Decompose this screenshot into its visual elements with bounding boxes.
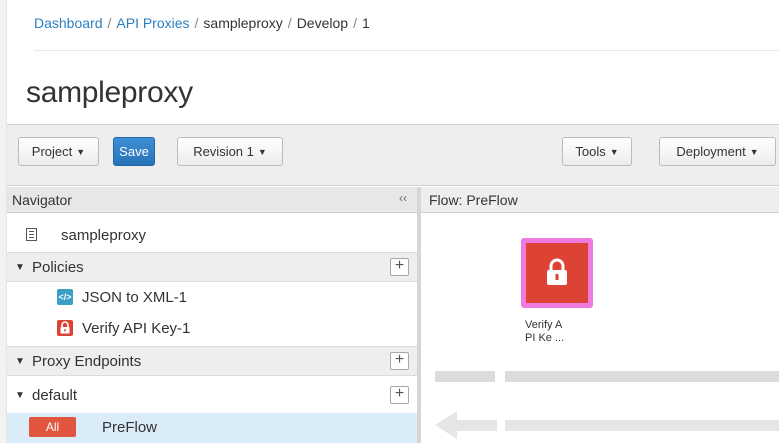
flow-canvas: Verify A PI Ke ... [421,213,779,443]
policy-step-label-line: PI Ke ... [525,332,565,344]
json-to-xml-icon: </> [57,289,73,305]
tools-dropdown-button[interactable]: Tools ▼ [562,137,632,166]
request-flow-line [435,371,495,382]
lock-icon [547,258,567,285]
caret-down-icon: ▼ [76,146,86,157]
deployment-dropdown-button[interactable]: Deployment ▼ [659,137,776,166]
deployment-label: Deployment [676,144,746,159]
breadcrumb-proxy: sampleproxy [203,15,283,31]
endpoint-item-default[interactable]: ▼ default + [7,381,417,411]
document-icon [26,228,37,241]
flow-title: Flow: PreFlow [429,192,518,208]
project-label: Project [31,144,73,159]
policy-step-fill [526,243,588,303]
flow-item-preflow[interactable]: All PreFlow [7,413,417,443]
collapse-icon[interactable]: ‹‹ [399,191,407,205]
policy-item-verify-api-key[interactable]: Verify API Key-1 [7,314,417,344]
policy-step-verify-api-key[interactable] [521,238,593,308]
caret-down-icon: ▼ [609,146,619,157]
breadcrumb-separator: / [107,15,112,31]
expand-triangle-icon: ▼ [15,262,25,273]
navigator-section-policies[interactable]: ▼ Policies + [7,252,417,282]
navigator-header: Navigator ‹‹ [7,187,417,213]
breadcrumb-separator: / [287,15,292,31]
breadcrumb-revision: 1 [361,15,370,31]
navigator-item-proxy[interactable]: sampleproxy [7,221,417,251]
breadcrumb: Dashboard / API Proxies / sampleproxy / Develo… [34,15,370,31]
policy-step-label-line: Verify A [525,319,563,331]
breadcrumb-develop: Develop [296,15,349,31]
expand-triangle-icon: ▼ [15,390,25,401]
expand-triangle-icon: ▼ [15,356,25,367]
breadcrumb-api-proxies[interactable]: API Proxies [116,15,189,31]
left-edge [0,0,7,443]
flow-badge: All [29,417,76,437]
navigator-section-proxy-endpoints[interactable]: ▼ Proxy Endpoints + [7,346,417,376]
response-flow-line [505,420,779,431]
page-title: sampleproxy [26,76,193,109]
breadcrumb-separator: / [194,15,199,31]
response-arrow-icon [435,411,457,439]
lock-icon [57,320,73,336]
breadcrumb-dashboard[interactable]: Dashboard [34,15,103,31]
endpoint-label: default [32,387,78,404]
caret-down-icon: ▼ [257,146,267,157]
response-flow-line [457,420,497,431]
proxy-endpoints-label: Proxy Endpoints [32,353,142,370]
revision-dropdown-button[interactable]: Revision 1 ▼ [177,137,283,166]
policy-step-label: Verify A PI Ke ... [525,319,595,345]
header-divider [34,50,779,51]
caret-down-icon: ▼ [749,146,759,157]
navigator-title: Navigator [12,192,72,208]
policy-label: JSON to XML-1 [82,289,188,306]
add-policy-button[interactable]: + [390,258,409,276]
proxy-editor: Dashboard / API Proxies / sampleproxy / Develo… [0,0,779,443]
request-flow-line [505,371,779,382]
policy-label: Verify API Key-1 [82,320,191,337]
project-dropdown-button[interactable]: Project ▼ [18,137,99,166]
save-button[interactable]: Save [113,137,155,166]
toolbar: Project ▼ Save Revision 1 ▼ Tools ▼ Deploym… [7,124,779,186]
revision-label: Revision 1 [193,144,254,159]
add-flow-button[interactable]: + [390,386,409,404]
flow-label: PreFlow [102,419,158,436]
proxy-name-label: sampleproxy [61,227,147,244]
breadcrumb-separator: / [353,15,357,31]
policies-label: Policies [32,259,84,276]
add-proxy-endpoint-button[interactable]: + [390,352,409,370]
flow-header: Flow: PreFlow [421,187,779,213]
tools-label: Tools [575,144,606,159]
policy-item-json-to-xml[interactable]: </> JSON to XML-1 [7,283,417,313]
